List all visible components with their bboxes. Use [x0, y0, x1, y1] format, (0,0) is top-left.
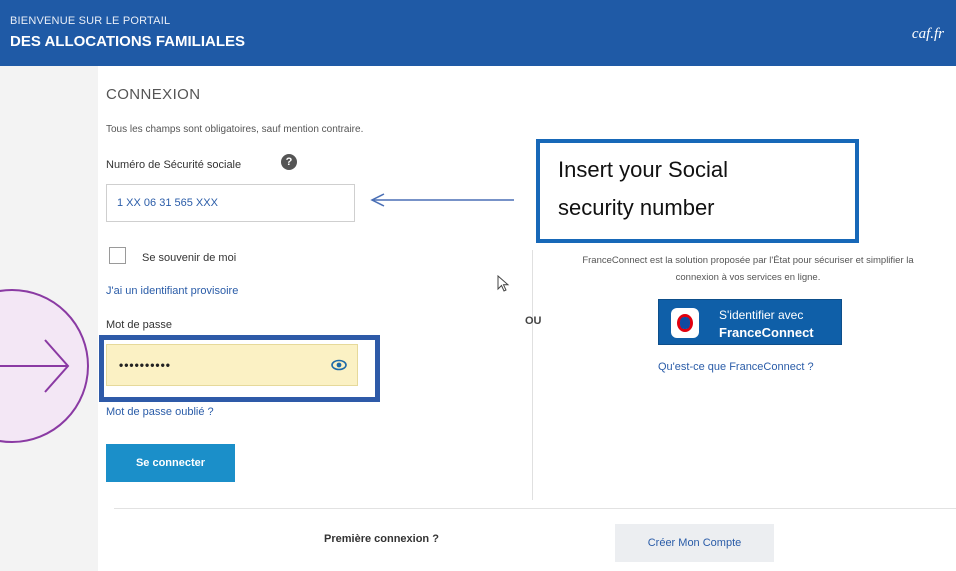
annotation-line1: Insert your Social — [558, 157, 728, 182]
ssn-label: Numéro de Sécurité sociale — [106, 159, 242, 171]
login-heading: CONNEXION — [106, 86, 201, 103]
root: BIENVENUE SUR LE PORTAIL DES ALLOCATIONS… — [0, 0, 956, 571]
ssn-input[interactable]: 1 XX 06 31 565 XXX — [106, 184, 355, 222]
header-welcome: BIENVENUE SUR LE PORTAIL — [10, 15, 171, 27]
create-account-button[interactable]: Créer Mon Compte — [615, 524, 774, 562]
password-label: Mot de passe — [106, 319, 173, 331]
site-header: BIENVENUE SUR LE PORTAIL DES ALLOCATIONS… — [0, 0, 956, 66]
remember-me-label: Se souvenir de moi — [142, 252, 237, 264]
question-circle-icon[interactable]: ? — [281, 154, 297, 170]
arrow-right-icon — [0, 289, 89, 443]
annotation-line2: security number — [558, 195, 715, 220]
temporary-id-link[interactable]: J'ai un identifiant provisoire — [106, 285, 238, 297]
franceconnect-description-line1: FranceConnect est la solution proposée p… — [582, 255, 914, 266]
remember-me-checkbox[interactable] — [109, 247, 126, 264]
forgot-password-link[interactable]: Mot de passe oublié ? — [106, 406, 214, 418]
first-connection-label: Première connexion ? — [324, 533, 439, 545]
franceconnect-button-line1: S'identifier avec — [719, 308, 804, 322]
required-hint: Tous les champs sont obligatoires, sauf … — [106, 124, 364, 135]
franceconnect-button-line2: FranceConnect — [719, 325, 814, 340]
franceconnect-description-line2: connexion à vos services en ligne. — [675, 272, 821, 283]
caf-logo[interactable]: caf.fr — [912, 26, 944, 43]
franceconnect-logo-icon — [671, 308, 699, 338]
franceconnect-info-link[interactable]: Qu'est-ce que FranceConnect ? — [658, 361, 814, 373]
vertical-divider — [532, 250, 533, 500]
login-button[interactable]: Se connecter — [106, 444, 235, 482]
or-separator: OU — [525, 315, 542, 327]
franceconnect-button[interactable]: S'identifier avec FranceConnect — [658, 299, 842, 345]
header-title: DES ALLOCATIONS FAMILIALES — [10, 33, 245, 50]
arrow-left-icon — [370, 193, 514, 207]
franceconnect-logo-core — [680, 317, 690, 329]
annotation-callout: Insert your Social security number — [536, 139, 859, 243]
mouse-pointer-icon — [497, 275, 510, 292]
password-highlight-box — [99, 335, 380, 402]
franceconnect-description: FranceConnect est la solution proposée p… — [540, 252, 956, 286]
bottom-divider — [114, 508, 956, 509]
